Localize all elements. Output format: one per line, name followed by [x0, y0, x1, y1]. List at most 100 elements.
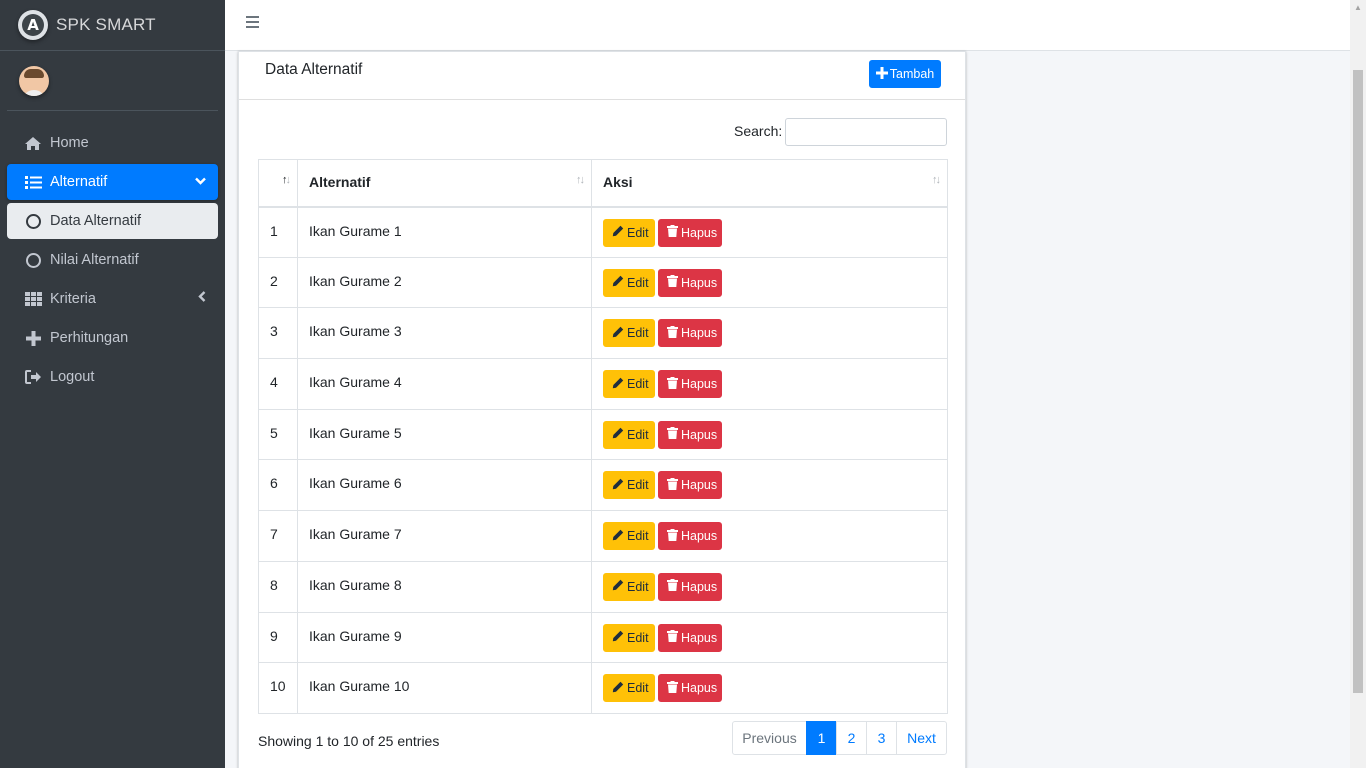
cell-no: 1	[258, 206, 298, 258]
edit-button[interactable]: Edit	[603, 471, 655, 500]
page-3-button[interactable]: 3	[866, 721, 897, 755]
cell-alternatif: Ikan Gurame 6	[297, 459, 592, 512]
edit-button-label: Edit	[627, 275, 649, 290]
edit-button[interactable]: Edit	[603, 674, 655, 703]
col-header-alternatif[interactable]: Alternatif ↑↓	[297, 159, 592, 208]
cell-aksi: Edit Hapus	[591, 560, 948, 613]
sidebar-nav: Home Alternatif Data Alternatif Nilai Al…	[0, 111, 225, 395]
cell-aksi: Edit Hapus	[591, 611, 948, 664]
scrollbar-thumb[interactable]	[1353, 70, 1363, 693]
edit-button-label: Edit	[627, 681, 649, 696]
alternatif-table: ↑↓ Alternatif ↑↓ Aksi ↑↓ 1 Ikan Gurame 1E…	[258, 159, 948, 714]
cell-no: 2	[258, 256, 298, 309]
plus-icon	[24, 329, 42, 347]
next-button[interactable]: Next	[896, 721, 947, 755]
cell-aksi: Edit Hapus	[591, 510, 948, 562]
sidebar-item-label: Perhitungan	[50, 330, 129, 346]
sidebar-item-kriteria[interactable]: Kriteria	[7, 281, 218, 317]
page-title: Data Alternatif	[265, 61, 363, 78]
sidebar-item-data-alternatif[interactable]: Data Alternatif	[7, 203, 218, 239]
add-button[interactable]: Tambah	[869, 60, 941, 88]
delete-button-label: Hapus	[681, 275, 718, 290]
page-scrollbar[interactable]: ▲	[1350, 0, 1366, 768]
pencil-icon	[612, 579, 627, 594]
delete-button-label: Hapus	[681, 225, 718, 240]
scroll-up-icon[interactable]: ▲	[1350, 0, 1366, 16]
chevron-left-icon	[198, 291, 206, 305]
pencil-icon	[612, 630, 627, 645]
sidebar-item-label: Alternatif	[50, 174, 108, 190]
cell-alternatif: Ikan Gurame 3	[297, 307, 592, 360]
sidebar-item-perhitungan[interactable]: Perhitungan	[7, 320, 218, 356]
data-alternatif-card: Data Alternatif Tambah Search: ↑↓ Altern…	[238, 51, 966, 768]
cell-no: 7	[258, 510, 298, 562]
trash-icon	[667, 579, 681, 594]
sort-icon: ↑↓	[576, 174, 585, 186]
edit-button[interactable]: Edit	[603, 319, 655, 348]
delete-button[interactable]: Hapus	[658, 623, 722, 652]
delete-button[interactable]: Hapus	[658, 370, 722, 399]
table-grid-icon	[24, 290, 42, 308]
search-input[interactable]	[785, 118, 947, 146]
delete-button[interactable]: Hapus	[658, 522, 722, 551]
avatar[interactable]	[19, 65, 49, 96]
cell-alternatif: Ikan Gurame 2	[297, 256, 592, 309]
delete-button-label: Hapus	[681, 681, 718, 696]
col-header-no[interactable]: ↑↓	[258, 159, 298, 208]
edit-button-label: Edit	[627, 579, 649, 594]
list-icon	[24, 173, 42, 191]
table-row: 9 Ikan Gurame 9 Edit Hapus	[258, 611, 948, 664]
delete-button[interactable]: Hapus	[658, 268, 722, 297]
edit-button[interactable]: Edit	[603, 623, 655, 652]
cell-no: 5	[258, 408, 298, 461]
pencil-icon	[612, 275, 627, 290]
table-row: 7 Ikan Gurame 7 Edit Hapus	[258, 510, 948, 562]
pencil-icon	[612, 377, 627, 392]
edit-button[interactable]: Edit	[603, 572, 655, 601]
brand-logo: A	[18, 10, 48, 40]
edit-button-label: Edit	[627, 529, 649, 544]
edit-button[interactable]: Edit	[603, 370, 655, 399]
pencil-icon	[612, 225, 627, 240]
delete-button[interactable]: Hapus	[658, 674, 722, 703]
page-1-button[interactable]: 1	[806, 721, 837, 755]
cell-aksi: Edit Hapus	[591, 256, 948, 309]
table-row: 8 Ikan Gurame 8 Edit Hapus	[258, 560, 948, 613]
page-2-button[interactable]: 2	[836, 721, 867, 755]
delete-button-label: Hapus	[681, 630, 718, 645]
pencil-icon	[612, 326, 627, 341]
menu-toggle-icon[interactable]	[246, 16, 259, 28]
cell-no: 3	[258, 307, 298, 360]
table-row: 1 Ikan Gurame 1 Edit Hapus	[258, 206, 948, 258]
previous-button[interactable]: Previous	[732, 721, 807, 755]
sidebar-item-alternatif[interactable]: Alternatif	[7, 164, 218, 200]
brand-link[interactable]: A SPK SMART	[0, 0, 225, 51]
cell-no: 10	[258, 662, 298, 714]
cell-alternatif: Ikan Gurame 9	[297, 611, 592, 664]
edit-button[interactable]: Edit	[603, 522, 655, 551]
delete-button-label: Hapus	[681, 427, 718, 442]
delete-button[interactable]: Hapus	[658, 218, 722, 247]
edit-button[interactable]: Edit	[603, 420, 655, 449]
delete-button[interactable]: Hapus	[658, 471, 722, 500]
sidebar-item-home[interactable]: Home	[7, 125, 218, 161]
col-header-aksi[interactable]: Aksi ↑↓	[591, 159, 948, 208]
user-panel	[7, 51, 218, 111]
cell-aksi: Edit Hapus	[591, 206, 948, 258]
edit-button[interactable]: Edit	[603, 268, 655, 297]
sidebar-item-nilai-alternatif[interactable]: Nilai Alternatif	[7, 242, 218, 278]
delete-button[interactable]: Hapus	[658, 420, 722, 449]
table-row: 6 Ikan Gurame 6 Edit Hapus	[258, 459, 948, 512]
pencil-icon	[612, 427, 627, 442]
edit-button[interactable]: Edit	[603, 218, 655, 247]
cell-aksi: Edit Hapus	[591, 358, 948, 410]
table-row: 10 Ikan Gurame 10 Edit Hapus	[258, 662, 948, 714]
delete-button[interactable]: Hapus	[658, 572, 722, 601]
sign-out-icon	[24, 368, 42, 386]
trash-icon	[667, 275, 681, 290]
trash-icon	[667, 376, 681, 392]
trash-icon	[667, 630, 681, 645]
delete-button[interactable]: Hapus	[658, 319, 722, 348]
sidebar-item-label: Nilai Alternatif	[50, 252, 139, 268]
sidebar-item-logout[interactable]: Logout	[7, 359, 218, 395]
